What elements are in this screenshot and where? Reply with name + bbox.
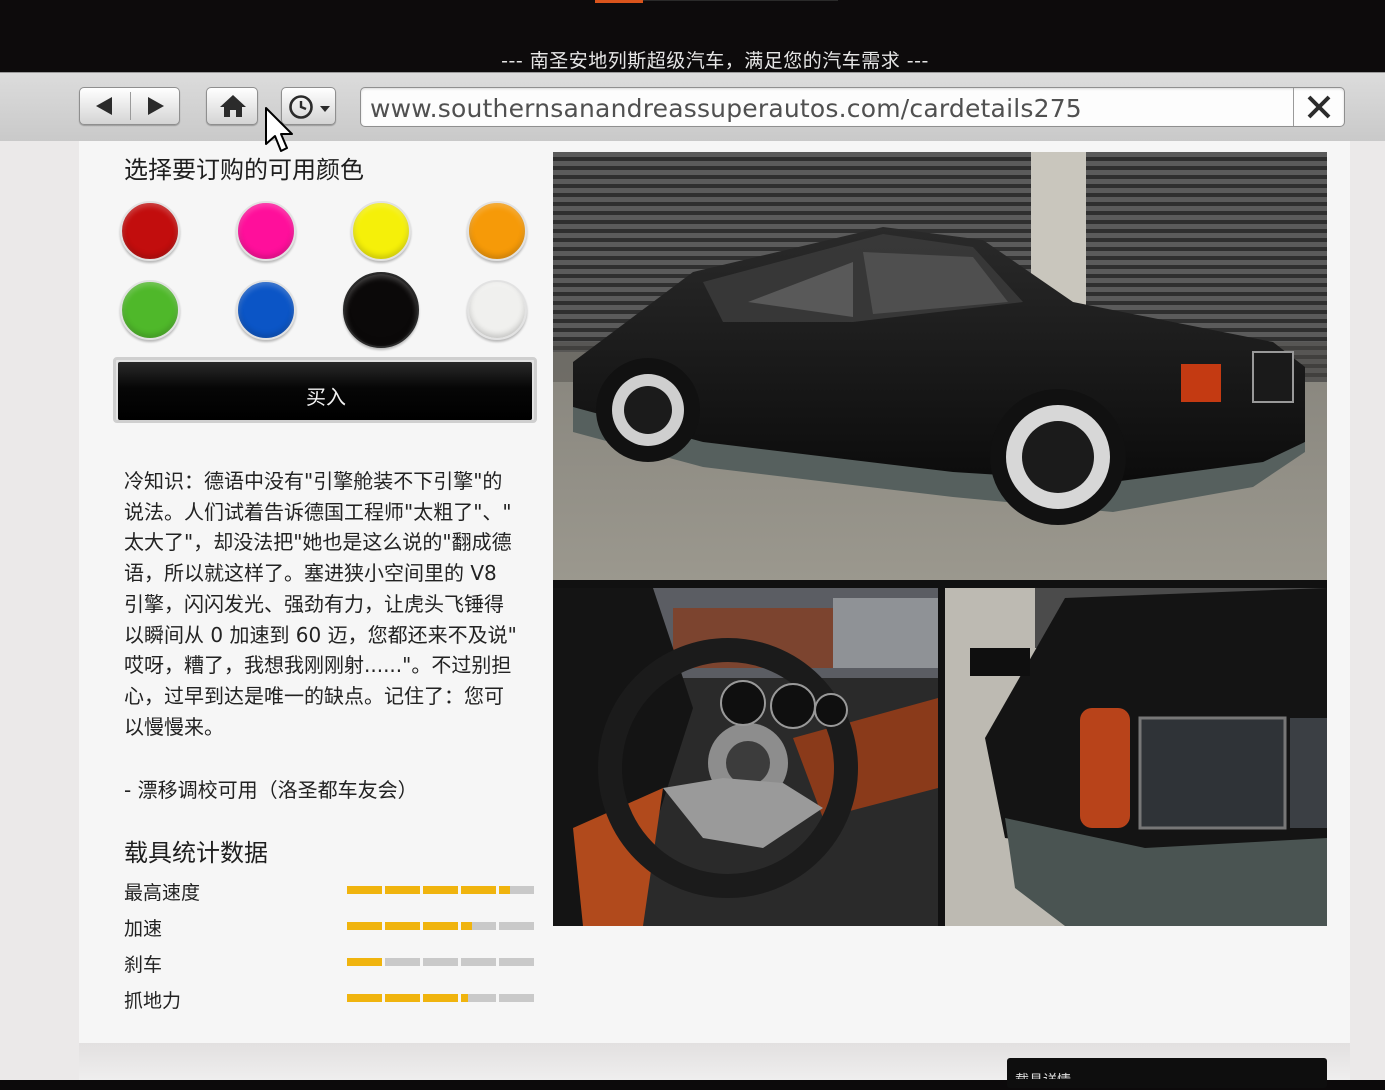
stat-bar <box>347 994 536 1002</box>
vehicle-description: 冷知识：德语中没有"引擎舱装不下引擎"的 说法。人们试着告诉德国工程师"太粗了"、… <box>124 466 534 742</box>
stat-bar-fill <box>385 922 420 930</box>
stat-bar-segment <box>347 886 382 894</box>
stat-label: 加速 <box>124 918 163 940</box>
tab-divider <box>643 0 838 1</box>
description-line: 以瞬间从 0 加速到 60 迈，您都还来不及说" <box>124 622 517 647</box>
stat-bar-fill <box>423 886 458 894</box>
description-line: 以慢慢来。 <box>124 714 224 739</box>
chevron-down-icon <box>320 106 330 112</box>
stat-bar-segment <box>385 922 420 930</box>
home-icon <box>220 95 246 117</box>
stat-label: 刹车 <box>124 954 163 976</box>
description-line: 语，所以就这样了。塞进狭小空间里的 V8 <box>124 561 497 586</box>
stat-bar-fill <box>423 922 458 930</box>
top-banner: --- 南圣安地列斯超级汽车，满足您的汽车需求 --- <box>0 0 1385 72</box>
description-line: 引擎，闪闪发光、强劲有力，让虎头飞锤得 <box>124 591 504 616</box>
stat-bar-segment <box>347 994 382 1002</box>
button-divider <box>130 92 131 120</box>
stat-bar-segment <box>461 994 496 1002</box>
forward-arrow-icon[interactable] <box>142 96 170 116</box>
stat-bar <box>347 958 536 966</box>
description-line: 心，过早到达是唯一的缺点。记住了：您可 <box>124 683 504 708</box>
page-margin-right <box>1350 141 1385 1080</box>
footer-button[interactable]: 载具详情 <box>1007 1058 1327 1088</box>
stat-bar-fill <box>347 886 382 894</box>
car-tail-photo <box>945 588 1327 926</box>
stat-label: 最高速度 <box>124 882 201 904</box>
stat-bar-segment <box>347 958 382 966</box>
stat-bar-segment <box>423 886 458 894</box>
stat-bar-segment <box>461 922 496 930</box>
stats-title: 载具统计数据 <box>124 839 268 867</box>
stat-bar-fill <box>347 958 382 966</box>
active-tab-indicator <box>595 0 643 3</box>
back-forward-buttons <box>79 87 180 125</box>
stat-bar-fill <box>461 886 496 894</box>
page-margin-left <box>0 141 79 1080</box>
stat-bar-fill <box>347 922 382 930</box>
photo-divider <box>553 580 1327 588</box>
home-button[interactable] <box>206 87 258 125</box>
stat-bar-fill <box>347 994 382 1002</box>
color-swatch-blue[interactable] <box>236 280 296 340</box>
stat-bar-fill <box>385 886 420 894</box>
stat-bar <box>347 886 536 894</box>
description-line: 冷知识：德语中没有"引擎舱装不下引擎"的 <box>124 469 503 493</box>
car-interior-photo <box>553 588 938 926</box>
color-swatch-red[interactable] <box>120 201 180 261</box>
stat-bar <box>347 922 536 930</box>
color-swatch-yellow[interactable] <box>351 201 411 261</box>
stat-bar-segment <box>461 886 496 894</box>
mouse-cursor-icon <box>265 107 293 152</box>
buy-button[interactable]: 买入 <box>113 357 537 423</box>
stat-bar-segment <box>385 886 420 894</box>
footer-button-label: 载具详情 <box>1015 1073 1071 1089</box>
photo-divider <box>938 588 945 926</box>
url-text[interactable]: www.southernsanandreassuperautos.com/car… <box>370 94 1082 123</box>
color-swatch-green[interactable] <box>120 280 180 340</box>
stat-bar-segment <box>385 958 420 966</box>
buy-button-label: 买入 <box>306 385 346 409</box>
stat-bar-fill <box>423 994 458 1002</box>
car-exterior-photo <box>553 152 1327 580</box>
stat-bar-segment <box>461 958 496 966</box>
stat-bar-segment <box>499 958 534 966</box>
stat-bar-segment <box>423 922 458 930</box>
description-line: 哎呀，糟了，我想我刚刚射......"。不过别担 <box>124 653 512 678</box>
stat-bar-fill <box>499 886 510 894</box>
address-bar-divider <box>1293 88 1294 126</box>
stat-bar-fill <box>461 994 468 1002</box>
drift-tuning-note: - 漂移调校可用（洛圣都车友会） <box>124 778 418 802</box>
browser-toolbar: www.southernsanandreassuperautos.com/car… <box>0 72 1385 142</box>
color-swatch-white[interactable] <box>467 280 527 340</box>
stat-bar-segment <box>499 922 534 930</box>
color-swatch-black[interactable] <box>343 272 419 348</box>
site-tagline: --- 南圣安地列斯超级汽车，满足您的汽车需求 --- <box>501 50 929 72</box>
back-arrow-icon[interactable] <box>92 96 120 116</box>
stat-bar-segment <box>347 922 382 930</box>
stat-bar-segment <box>423 994 458 1002</box>
close-icon[interactable] <box>1301 92 1337 122</box>
color-swatch-pink[interactable] <box>236 201 296 261</box>
description-line: 说法。人们试着告诉德国工程师"太粗了"、" <box>124 499 512 524</box>
stat-label: 抓地力 <box>124 990 182 1012</box>
stat-bar-segment <box>423 958 458 966</box>
stat-bar-segment <box>499 994 534 1002</box>
stat-bar-segment <box>499 886 534 894</box>
stat-bar-segment <box>385 994 420 1002</box>
address-bar[interactable]: www.southernsanandreassuperautos.com/car… <box>360 87 1345 127</box>
description-line: 太大了"，却没法把"她也是这么说的"翻成德 <box>124 530 512 555</box>
stat-bar-fill <box>385 994 420 1002</box>
color-swatch-orange[interactable] <box>467 201 527 261</box>
stat-bar-fill <box>461 922 472 930</box>
colors-title: 选择要订购的可用颜色 <box>124 156 364 184</box>
